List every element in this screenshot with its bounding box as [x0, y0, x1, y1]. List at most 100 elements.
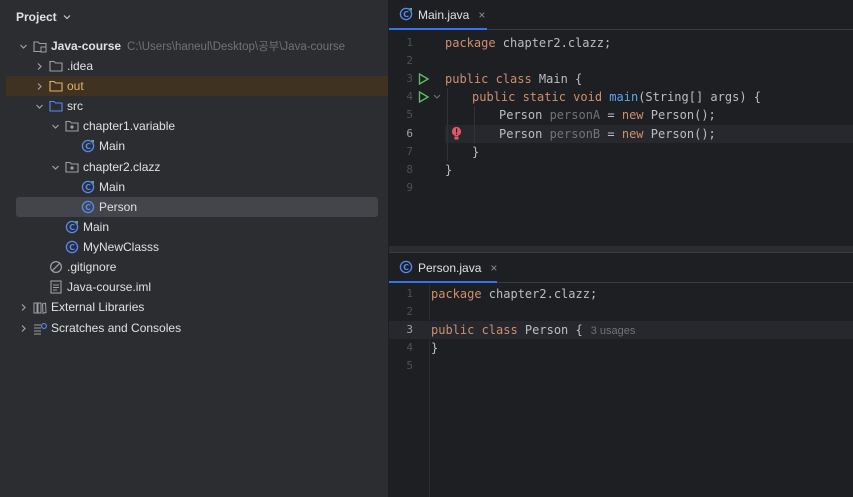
java-main-class-icon: C	[81, 180, 95, 194]
tree-item-label: Scratches and Consoles	[51, 321, 182, 335]
tree-item-label: Java-course	[51, 39, 122, 53]
chevron-down-icon	[63, 15, 71, 20]
tree-item-java-course[interactable]: Java-course C:\Users\haneul\Desktop\공부\J…	[0, 36, 389, 56]
run-icon[interactable]	[418, 73, 429, 85]
usages-hint[interactable]: 3 usages	[591, 325, 636, 337]
code-line-1: package chapter2.clazz;	[431, 287, 598, 301]
tree-item-java-course-iml[interactable]: Java-course.iml	[0, 277, 389, 297]
tree-item-label: Main	[99, 180, 126, 194]
project-view-selector[interactable]: Project	[16, 9, 71, 25]
chevron-right-icon[interactable]	[33, 80, 45, 92]
code-editor[interactable]: 1 2 3 4 5 package chapter2.clazz; public…	[389, 284, 853, 497]
line-number: 6	[406, 127, 413, 140]
chevron-down-icon[interactable]	[49, 161, 61, 173]
ignore-file-icon	[49, 260, 63, 274]
indent-guide	[474, 106, 475, 143]
tree-item-label: src	[67, 99, 83, 113]
tree-item-label: MyNewClasss	[83, 240, 160, 254]
line-number: 8	[406, 163, 413, 176]
package-icon	[65, 160, 79, 174]
project-tool-window: Project Java-course C:\Users\haneul\Desk…	[0, 0, 389, 497]
tree-item-label: .gitignore	[67, 260, 117, 274]
fold-icon[interactable]	[433, 94, 441, 100]
chevron-right-icon[interactable]	[33, 60, 45, 72]
editor-tab-bar: C Person.java ×	[389, 253, 853, 283]
java-class-icon: C	[399, 260, 413, 277]
svg-text:C: C	[85, 203, 91, 212]
source-folder-icon	[49, 99, 63, 113]
line-number: 4	[406, 341, 413, 354]
indent-guide	[447, 88, 448, 161]
close-icon[interactable]: ×	[478, 8, 485, 22]
active-tab-indicator	[389, 281, 497, 283]
close-icon[interactable]: ×	[490, 261, 497, 275]
tree-item-label: External Libraries	[51, 300, 145, 314]
tree-item-chapter1-variable[interactable]: chapter1.variable	[0, 116, 389, 136]
tree-item-label: chapter1.variable	[83, 119, 176, 133]
run-icon[interactable]	[418, 91, 429, 103]
code-line-1: package chapter2.clazz;	[445, 36, 612, 50]
code-line-4: }	[431, 341, 439, 355]
line-number: 1	[406, 36, 413, 49]
tab-person-java[interactable]: C Person.java ×	[389, 253, 507, 283]
chevron-right-icon[interactable]	[17, 301, 29, 313]
tab-label: Person.java	[418, 261, 482, 275]
editor-main-java: C Main.java × 1 2 3 4 5 6 7 8 9 package …	[389, 0, 853, 246]
tree-item-label: chapter2.clazz	[83, 160, 161, 174]
tab-main-java[interactable]: C Main.java ×	[389, 0, 495, 30]
editor-person-java: C Person.java × 1 2 3 4 5 package chapte…	[389, 252, 853, 497]
tab-label: Main.java	[418, 8, 470, 22]
project-path: C:\Users\haneul\Desktop\공부\Java-course	[127, 41, 346, 53]
project-title: Project	[16, 10, 57, 24]
tree-item-gitignore[interactable]: .gitignore	[0, 257, 389, 277]
line-number: 1	[406, 287, 413, 300]
tree-item-main[interactable]: C Main	[0, 136, 389, 156]
svg-text:C: C	[69, 223, 75, 232]
tree-item-person[interactable]: C Person	[16, 197, 378, 217]
java-main-class-icon: C	[81, 139, 95, 153]
tree-item-external-libraries[interactable]: External Libraries	[0, 297, 389, 317]
java-main-class-icon: C	[399, 7, 413, 24]
chevron-down-icon[interactable]	[49, 120, 61, 132]
code-line-5: Person personA = new Person();	[499, 108, 716, 122]
module-folder-icon	[33, 39, 47, 53]
error-bulb-icon[interactable]	[451, 126, 462, 141]
tree-item-src[interactable]: src	[0, 96, 389, 116]
tree-item-main[interactable]: C Main	[0, 217, 389, 237]
code-line-3: public class Main {	[445, 72, 583, 86]
folder-icon	[49, 59, 63, 73]
code-line-6: Person personB = new Person();	[499, 127, 716, 141]
svg-text:C: C	[403, 263, 409, 272]
line-number: 7	[406, 145, 413, 158]
tree-item-main[interactable]: C Main	[0, 177, 389, 197]
tree-item-label: Main	[83, 220, 110, 234]
svg-text:C: C	[69, 243, 75, 252]
line-number: 5	[406, 108, 413, 121]
code-line-7: }	[472, 145, 480, 159]
code-line-4: public static void main(String[] args) {	[472, 90, 762, 104]
tree-item-mynewclasss[interactable]: C MyNewClasss	[0, 237, 389, 257]
line-number: 3	[406, 323, 413, 336]
java-class-icon: C	[65, 240, 79, 254]
code-line-3: public class Person {3 usages	[431, 323, 636, 337]
svg-text:C: C	[85, 142, 91, 151]
tree-item-label: Main	[99, 139, 126, 153]
code-editor[interactable]: 1 2 3 4 5 6 7 8 9 package chapter2.clazz…	[389, 31, 853, 246]
library-icon	[33, 300, 47, 314]
tree-item-label: .idea	[67, 59, 94, 73]
chevron-right-icon[interactable]	[17, 322, 29, 334]
chevron-down-icon[interactable]	[33, 100, 45, 112]
tree-item-out[interactable]: out	[6, 76, 388, 96]
tree-item-idea[interactable]: .idea	[0, 56, 389, 76]
editor-tab-bar: C Main.java ×	[389, 0, 853, 30]
tree-item-label: Person	[99, 200, 138, 214]
line-number: 5	[406, 359, 413, 372]
tree-item-scratches-and-consoles[interactable]: Scratches and Consoles	[0, 318, 389, 338]
svg-text:C: C	[85, 183, 91, 192]
line-number: 4	[406, 90, 413, 103]
svg-text:C: C	[403, 10, 409, 19]
line-number: 2	[406, 305, 413, 318]
tree-item-chapter2-clazz[interactable]: chapter2.clazz	[0, 157, 389, 177]
chevron-down-icon[interactable]	[17, 40, 29, 52]
iml-file-icon	[49, 280, 63, 294]
